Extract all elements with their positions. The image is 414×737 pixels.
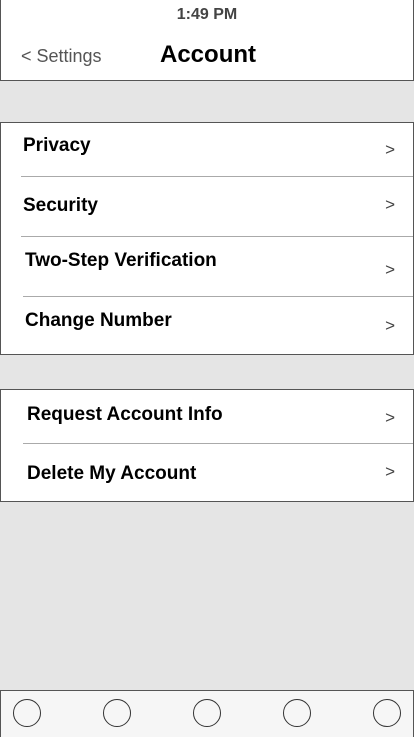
nav-header: 1:49 PM < Settings Account bbox=[0, 0, 414, 81]
settings-group-account-data: Request Account Info > Delete My Account… bbox=[0, 389, 414, 502]
chevron-right-icon: > bbox=[385, 140, 395, 159]
chevron-right-icon: > bbox=[385, 260, 395, 279]
list-item-label: Delete My Account bbox=[27, 463, 197, 484]
row-divider bbox=[21, 236, 413, 237]
list-item-label: Security bbox=[23, 195, 98, 216]
page-title: Account bbox=[160, 41, 256, 68]
row-divider bbox=[23, 443, 413, 444]
chevron-right-icon: > bbox=[385, 462, 395, 481]
tab-3-circle-icon[interactable] bbox=[193, 699, 221, 727]
list-item-two-step-verification[interactable]: Two-Step Verification > bbox=[25, 250, 413, 308]
list-item-security[interactable]: Security > bbox=[23, 195, 413, 253]
row-divider bbox=[23, 296, 413, 297]
tab-4-circle-icon[interactable] bbox=[283, 699, 311, 727]
row-divider bbox=[21, 176, 413, 177]
tab-5-circle-icon[interactable] bbox=[373, 699, 401, 727]
list-item-privacy[interactable]: Privacy > bbox=[23, 135, 413, 193]
chevron-right-icon: > bbox=[385, 408, 395, 427]
tab-2-circle-icon[interactable] bbox=[103, 699, 131, 727]
status-bar-time: 1:49 PM bbox=[176, 6, 238, 23]
settings-group-account-security: Privacy > Security > Two-Step Verificati… bbox=[0, 122, 414, 355]
list-item-label: Two-Step Verification bbox=[25, 250, 217, 271]
chevron-right-icon: > bbox=[385, 316, 395, 335]
list-item-request-account-info[interactable]: Request Account Info > bbox=[27, 404, 413, 462]
chevron-right-icon: > bbox=[385, 195, 395, 214]
list-item-change-number[interactable]: Change Number > bbox=[25, 310, 413, 368]
list-item-label: Privacy bbox=[23, 135, 91, 156]
list-item-label: Change Number bbox=[25, 310, 172, 331]
tab-1-circle-icon[interactable] bbox=[13, 699, 41, 727]
list-item-delete-my-account[interactable]: Delete My Account > bbox=[27, 462, 413, 521]
tab-bar bbox=[0, 690, 414, 737]
list-item-label: Request Account Info bbox=[27, 404, 223, 425]
